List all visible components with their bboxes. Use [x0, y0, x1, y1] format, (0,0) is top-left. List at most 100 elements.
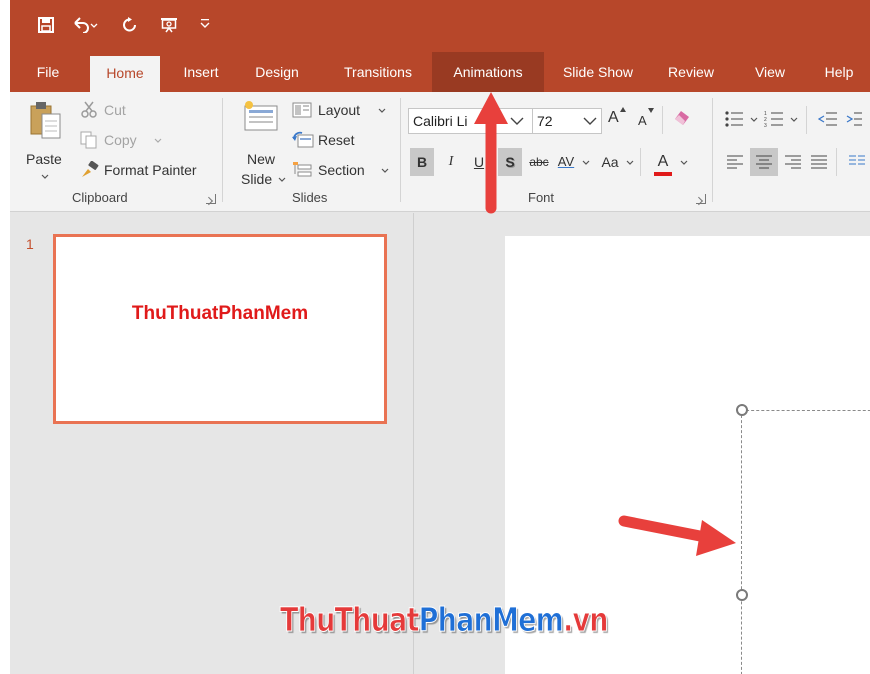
resize-handle[interactable] [736, 404, 748, 416]
new-slide-label-line1: New [247, 151, 276, 167]
paste-label: Paste [26, 151, 62, 167]
format-painter-button[interactable]: Format Painter [80, 160, 210, 182]
section-icon [293, 162, 312, 177]
chevron-down-icon [680, 160, 688, 165]
chevron-down-icon [381, 168, 389, 173]
slide-thumbnail[interactable]: ThuThuatPhanMem [53, 234, 387, 424]
align-center-button[interactable] [750, 148, 778, 176]
tab-slide-show[interactable]: Slide Show [548, 62, 648, 92]
align-center-icon [756, 155, 772, 169]
layout-icon [292, 102, 312, 118]
tab-help[interactable]: Help [814, 62, 864, 92]
chevron-down-icon [582, 160, 590, 165]
columns-icon[interactable] [848, 154, 866, 170]
save-icon[interactable] [38, 17, 54, 33]
change-case-button[interactable]: Aa [596, 148, 624, 176]
align-right-icon[interactable] [784, 154, 802, 170]
watermark-part-1: ThuThuat [280, 600, 420, 640]
group-separator [222, 98, 223, 202]
watermark-part-3: .vn [562, 600, 609, 640]
resize-handle[interactable] [736, 589, 748, 601]
scissors-icon [81, 101, 97, 118]
slide-number: 1 [26, 236, 34, 252]
watermark-logo: ThuThuatPhanMem.vn [280, 600, 609, 640]
tab-review[interactable]: Review [658, 62, 724, 92]
tab-view[interactable]: View [740, 62, 800, 92]
layout-button[interactable]: Layout [292, 100, 386, 122]
grow-font-button[interactable]: A [608, 109, 619, 127]
shadow-button[interactable]: S [498, 148, 522, 176]
group-label-slides: Slides [292, 190, 328, 205]
thumbnail-title-text: ThuThuatPhanMem [131, 303, 309, 324]
dialog-launcher-icon[interactable] [206, 194, 216, 204]
chevron-down-icon [790, 117, 798, 122]
font-size-value: 72 [537, 113, 553, 129]
watermark-part-2: PhanMem [418, 600, 564, 640]
dialog-launcher-icon[interactable] [696, 194, 706, 204]
paste-icon [30, 102, 61, 139]
group-separator [712, 98, 713, 202]
numbering-icon[interactable]: 123 [764, 110, 784, 128]
redo-icon[interactable] [122, 17, 138, 33]
ribbon-tabs: File Home Insert Design Transitions Anim… [10, 52, 870, 92]
separator [640, 148, 641, 176]
format-painter-label: Format Painter [104, 162, 197, 178]
undo-icon[interactable] [72, 17, 98, 33]
reset-label: Reset [318, 132, 355, 148]
caret-up-icon [620, 107, 626, 112]
section-label: Section [318, 162, 365, 178]
decrease-indent-icon[interactable] [818, 110, 838, 128]
clear-formatting-icon[interactable] [673, 109, 693, 129]
group-label-font: Font [528, 190, 555, 205]
font-size-combo[interactable]: 72 [532, 108, 602, 134]
new-slide-button[interactable]: New Slide [236, 98, 286, 188]
tab-animations[interactable]: Animations [432, 52, 544, 92]
copy-button[interactable]: Copy [80, 130, 180, 152]
caret-down-icon [648, 108, 654, 113]
chevron-down-icon [626, 160, 634, 165]
svg-text:3: 3 [764, 123, 767, 128]
separator [662, 106, 663, 134]
cut-button[interactable]: Cut [80, 100, 140, 122]
bold-button[interactable]: B [410, 148, 434, 176]
powerpoint-window: File Home Insert Design Transitions Anim… [10, 0, 870, 674]
align-left-icon[interactable] [726, 154, 744, 170]
separator [836, 148, 837, 176]
separator [806, 106, 807, 134]
italic-button[interactable]: I [440, 148, 462, 176]
new-slide-icon [244, 101, 278, 131]
paste-button[interactable]: Paste [24, 98, 66, 184]
underline-button[interactable]: U [468, 148, 490, 176]
group-separator [400, 98, 401, 202]
new-slide-label-line2: Slide [241, 171, 273, 187]
shrink-font-button[interactable]: A [638, 112, 647, 130]
section-button[interactable]: Section [292, 160, 392, 182]
tab-home[interactable]: Home [90, 56, 160, 92]
layout-label: Layout [318, 102, 361, 118]
tab-design[interactable]: Design [242, 62, 312, 92]
chevron-down-icon [583, 117, 597, 125]
reset-button[interactable]: Reset [292, 130, 372, 152]
increase-indent-icon[interactable] [846, 110, 862, 128]
group-label-clipboard: Clipboard [72, 190, 128, 205]
font-name-value: Calibri Li [413, 113, 468, 129]
cut-label: Cut [104, 102, 126, 118]
tab-insert[interactable]: Insert [172, 62, 230, 92]
ribbon-home: Paste Cut Copy Format Painter Clipboard [10, 92, 870, 212]
justify-icon[interactable] [810, 154, 828, 170]
bullets-icon[interactable] [724, 110, 744, 128]
presentation-icon[interactable] [160, 17, 178, 33]
font-color-swatch [654, 172, 672, 176]
tab-transitions[interactable]: Transitions [328, 62, 428, 92]
title-bar [10, 0, 870, 52]
chevron-down-icon [278, 177, 286, 182]
tab-file[interactable]: File [26, 62, 70, 92]
chevron-down-icon [41, 174, 49, 179]
chevron-down-icon [154, 138, 162, 143]
character-spacing-button[interactable]: AV [552, 148, 580, 176]
copy-label: Copy [104, 132, 137, 148]
strikethrough-button[interactable]: abc [526, 148, 552, 176]
text-placeholder[interactable] [741, 410, 870, 674]
customize-icon[interactable] [199, 17, 211, 29]
copy-icon [80, 131, 97, 149]
